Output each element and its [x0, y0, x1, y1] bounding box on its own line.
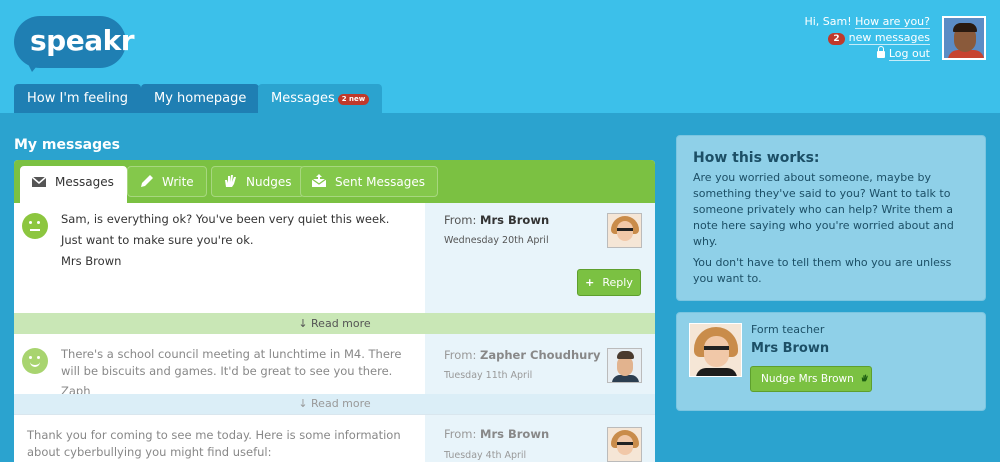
read-more-label: Read more [311, 317, 371, 330]
lock-icon [876, 46, 885, 58]
user-avatar[interactable] [942, 16, 986, 60]
panel-tab-messages[interactable]: Messages [20, 166, 127, 203]
message-text: Sam, is everything ok? You've been very … [61, 209, 416, 272]
sender-name: Mrs Brown [480, 427, 550, 441]
how-this-works-box: How this works: Are you worried about so… [676, 135, 986, 301]
new-messages-line: 2 new messages [804, 30, 930, 46]
panel-tab-label: Sent Messages [335, 175, 425, 189]
how-this-works-paragraph: Are you worried about someone, maybe by … [693, 171, 954, 248]
panel-tab-write[interactable]: Write [127, 166, 207, 197]
panel-tab-label: Nudges [246, 175, 292, 189]
how-are-you-link[interactable]: How are you? [855, 15, 930, 29]
reply-button[interactable]: + Reply [577, 269, 641, 296]
panel-tab-label: Write [162, 175, 194, 189]
tab-my-homepage[interactable]: My homepage [141, 84, 260, 113]
tab-label: How I'm feeling [27, 91, 128, 106]
nudge-teacher-button[interactable]: Nudge Mrs Brown [750, 366, 872, 392]
sender-avatar [607, 348, 642, 383]
hand-icon [225, 175, 236, 187]
panel-tab-nudges[interactable]: Nudges [211, 166, 305, 197]
message-signoff: Zaph [61, 384, 91, 394]
from-label: From: [444, 213, 477, 227]
read-more-label: Read more [311, 397, 371, 410]
neutral-face-icon [22, 213, 48, 239]
message-signoff: Mrs Brown [61, 254, 122, 268]
message-line: Sam, is everything ok? You've been very … [61, 212, 390, 226]
read-more-button[interactable]: ↓ Read more [14, 313, 655, 334]
greeting-line: Hi, Sam! How are you? [804, 14, 930, 30]
sender-avatar [607, 427, 642, 462]
arrow-down-icon: ↓ [298, 397, 308, 410]
messages-panel: Messages Write Nudges Sent Messages Sam,… [14, 160, 655, 462]
tab-how-im-feeling[interactable]: How I'm feeling [14, 84, 141, 113]
new-messages-link[interactable]: new messages [848, 31, 930, 45]
panel-tab-sent-messages[interactable]: Sent Messages [300, 166, 438, 197]
logout-link[interactable]: Log out [888, 47, 930, 61]
tab-label: Messages [271, 91, 335, 106]
teacher-avatar [689, 323, 742, 377]
from-label: From: [444, 427, 477, 441]
logo-bubble-tail [26, 60, 42, 72]
tab-messages[interactable]: Messages 2 new [258, 84, 383, 113]
message-text: Thank you for coming to see me today. He… [27, 428, 401, 459]
message-date: Tuesday 4th April [444, 450, 527, 461]
message-item[interactable]: There's a school council meeting at lunc… [14, 334, 655, 394]
message-date: Wednesday 20th April [444, 235, 549, 246]
arrow-down-icon: ↓ [298, 317, 308, 330]
message-from: From: Zapher Choudhury [444, 348, 601, 362]
message-from: From: Mrs Brown [444, 213, 549, 227]
pencil-icon [141, 175, 153, 187]
hand-icon [861, 374, 868, 382]
teacher-role: Form teacher [751, 323, 825, 336]
read-more-button[interactable]: ↓ Read more [14, 394, 655, 414]
avatar-hair [953, 23, 977, 32]
from-label: From: [444, 348, 477, 362]
sender-name: Zapher Choudhury [480, 348, 601, 362]
sent-envelope-icon [311, 174, 327, 187]
tab-label: My homepage [154, 91, 247, 106]
messages-toolbar: Messages Write Nudges Sent Messages [14, 160, 655, 203]
new-messages-count-badge: 2 [828, 33, 845, 45]
teacher-name: Mrs Brown [751, 341, 830, 356]
how-this-works-title: How this works: [693, 150, 820, 166]
message-text: There's a school council meeting at lunc… [61, 346, 416, 394]
logout-line: Log out [804, 46, 930, 62]
greeting-text: Hi, Sam! [804, 15, 852, 28]
reply-label: Reply [602, 276, 633, 289]
happy-face-icon [22, 348, 48, 374]
panel-tab-label: Messages [55, 175, 114, 189]
new-messages-badge: 2 new [337, 94, 370, 105]
logo-text: speakr [30, 24, 135, 57]
form-teacher-card: Form teacher Mrs Brown Nudge Mrs Brown [676, 312, 986, 411]
page-title: My messages [14, 137, 120, 153]
nudge-label: Nudge Mrs Brown [761, 373, 854, 385]
message-from: From: Mrs Brown [444, 427, 549, 441]
speakr-logo[interactable]: speakr [14, 16, 135, 72]
user-box: Hi, Sam! How are you? 2 new messages Log … [804, 14, 930, 62]
envelope-icon [31, 176, 47, 187]
message-item[interactable]: Sam, is everything ok? You've been very … [14, 203, 655, 313]
message-item[interactable]: Thank you for coming to see me today. He… [14, 415, 655, 462]
message-date: Tuesday 11th April [444, 370, 533, 381]
sender-name: Mrs Brown [480, 213, 550, 227]
plus-icon: + [585, 276, 595, 289]
header: speakr Hi, Sam! How are you? 2 new messag… [0, 0, 1000, 113]
how-this-works-paragraph: You don't have to tell them who you are … [693, 256, 952, 285]
message-line: There's a school council meeting at lunc… [61, 347, 402, 378]
message-line: Just want to make sure you're ok. [61, 233, 254, 247]
sender-avatar [607, 213, 642, 248]
